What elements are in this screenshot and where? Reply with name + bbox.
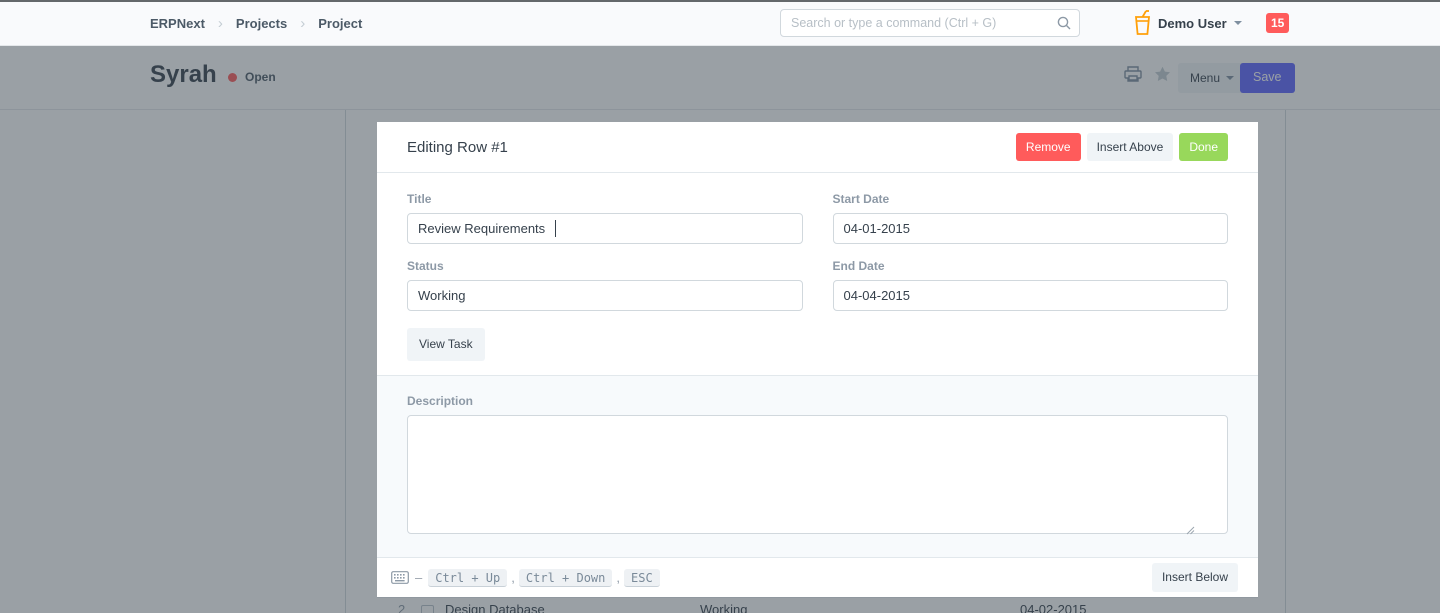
title-input[interactable] <box>407 213 803 244</box>
title-label: Title <box>407 192 803 206</box>
row-editor-panel: Editing Row #1 Remove Insert Above Done … <box>377 122 1258 597</box>
start-date-label: Start Date <box>833 192 1229 206</box>
end-date-input[interactable] <box>833 280 1229 311</box>
breadcrumb-home[interactable]: ERPNext <box>150 16 205 31</box>
user-name: Demo User <box>1158 16 1227 31</box>
breadcrumb-project[interactable]: Project <box>318 16 362 31</box>
user-menu[interactable]: Demo User <box>1158 0 1242 46</box>
shortcut-esc: ESC <box>624 569 660 587</box>
text-cursor <box>555 220 556 237</box>
search-icon <box>1057 16 1071 30</box>
breadcrumb: ERPNext › Projects › Project <box>150 0 362 46</box>
status-input[interactable] <box>407 280 803 311</box>
end-date-label: End Date <box>833 259 1229 273</box>
start-date-field: Start Date <box>833 192 1229 244</box>
resize-grip-icon[interactable] <box>1186 526 1195 535</box>
shortcuts-prefix: – <box>415 570 422 585</box>
top-navbar: ERPNext › Projects › Project Demo User 1… <box>0 0 1440 46</box>
shortcut-separator: , <box>511 570 515 585</box>
title-field: Title <box>407 192 803 244</box>
editor-title: Editing Row #1 <box>393 139 508 156</box>
shortcut-ctrl-up: Ctrl + Up <box>428 569 507 587</box>
description-section: Description <box>377 375 1258 557</box>
status-field: Status <box>407 259 803 311</box>
global-search-input[interactable] <box>780 9 1080 37</box>
remove-button[interactable]: Remove <box>1016 133 1081 162</box>
description-textarea[interactable] <box>407 415 1228 534</box>
status-label: Status <box>407 259 803 273</box>
notification-count-badge[interactable]: 15 <box>1266 13 1289 33</box>
start-date-input[interactable] <box>833 213 1229 244</box>
view-task-button[interactable]: View Task <box>407 328 485 361</box>
end-date-field: End Date <box>833 259 1229 311</box>
keyboard-shortcuts: – Ctrl + Up , Ctrl + Down , ESC <box>391 569 660 587</box>
breadcrumb-separator-icon: › <box>300 16 305 31</box>
caret-down-icon <box>1234 21 1242 25</box>
keyboard-icon <box>391 571 409 584</box>
shortcut-ctrl-down: Ctrl + Down <box>519 569 612 587</box>
breadcrumb-projects[interactable]: Projects <box>236 16 287 31</box>
description-label: Description <box>407 394 1228 408</box>
insert-below-button[interactable]: Insert Below <box>1152 563 1238 592</box>
juice-cup-icon[interactable] <box>1133 10 1153 36</box>
shortcut-separator: , <box>616 570 620 585</box>
breadcrumb-separator-icon: › <box>218 16 223 31</box>
insert-above-button[interactable]: Insert Above <box>1087 133 1174 162</box>
done-button[interactable]: Done <box>1179 133 1228 162</box>
